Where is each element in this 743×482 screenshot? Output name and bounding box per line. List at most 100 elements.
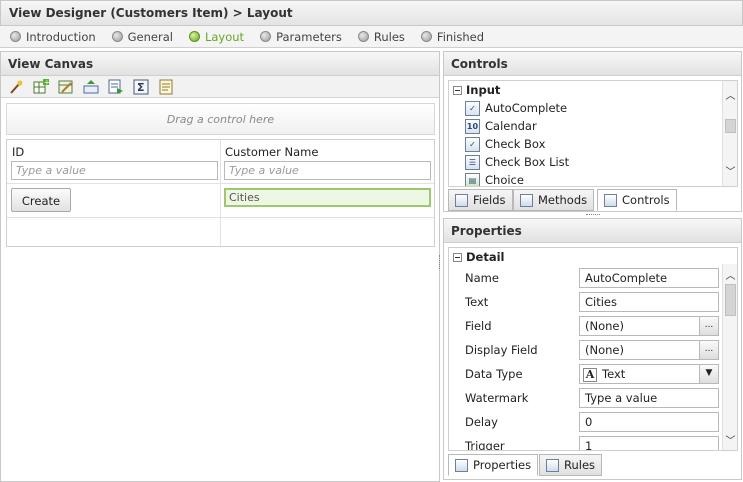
scroll-up-icon[interactable]: ︿: [725, 87, 736, 102]
step-layout[interactable]: Layout: [188, 29, 245, 44]
step-parameters[interactable]: Parameters: [260, 30, 342, 44]
step-dot-icon: [10, 31, 21, 42]
name-field[interactable]: AutoComplete: [579, 268, 719, 288]
collapse-icon[interactable]: [453, 85, 462, 95]
id-placeholder: Type a value: [16, 164, 86, 177]
control-item-label: Choice: [485, 173, 524, 187]
horizontal-splitter[interactable]: [586, 214, 600, 217]
ellipsis-button[interactable]: ...: [699, 317, 718, 335]
step-label: Introduction: [26, 29, 96, 44]
notes-icon[interactable]: [157, 78, 175, 96]
vertical-splitter[interactable]: [439, 255, 442, 269]
properties-panel: Properties Detail Name AutoComplete Text C…: [443, 218, 742, 480]
step-rules[interactable]: Rules: [357, 29, 405, 44]
customer-name-placeholder: Type a value: [229, 164, 299, 177]
tab-properties[interactable]: Properties: [448, 454, 539, 476]
scroll-thumb[interactable]: [725, 119, 736, 133]
control-item-checkbox-list[interactable]: ☰ Check Box List: [465, 153, 569, 171]
property-key: Data Type: [465, 367, 523, 381]
step-dot-icon: [420, 31, 432, 42]
tab-methods[interactable]: Methods: [513, 189, 595, 211]
tab-fields[interactable]: Fields: [448, 189, 513, 211]
tab-rules[interactable]: Rules: [539, 454, 603, 476]
step-dot-icon: [188, 31, 200, 42]
export-icon[interactable]: [107, 78, 125, 96]
methods-icon: [520, 193, 533, 207]
field-value: (None): [585, 319, 624, 333]
wizard-steps: Introduction General Layout Parameters R…: [0, 26, 743, 48]
detail-group-header[interactable]: Detail: [453, 248, 505, 266]
scroll-up-icon[interactable]: ︿: [725, 267, 736, 282]
step-label: Parameters: [276, 29, 342, 44]
property-key: Field: [465, 319, 492, 333]
scroll-down-icon[interactable]: ﹀: [725, 432, 736, 447]
customer-name-label: Customer Name: [225, 145, 319, 159]
step-finished[interactable]: Finished: [420, 29, 485, 44]
delay-field[interactable]: 0: [579, 412, 719, 432]
property-key: Delay: [465, 415, 498, 429]
control-item-label: Check Box List: [485, 155, 570, 169]
control-item-label: AutoComplete: [485, 101, 568, 115]
grid-cell[interactable]: [221, 218, 434, 246]
edit-table-icon[interactable]: [57, 78, 75, 96]
step-label: Finished: [436, 29, 485, 44]
add-row-icon[interactable]: +: [32, 78, 50, 96]
input-group-header[interactable]: Input: [453, 81, 500, 99]
scroll-thumb[interactable]: [725, 284, 736, 316]
tab-label: Controls: [622, 193, 670, 207]
input-group-label: Input: [466, 83, 501, 97]
magic-wand-icon[interactable]: [7, 78, 25, 96]
display-field-selector[interactable]: (None)...: [579, 340, 719, 360]
properties-scrollbar[interactable]: ︿ ﹀: [722, 264, 737, 450]
insert-row-icon[interactable]: [82, 78, 100, 96]
collapse-icon[interactable]: [453, 252, 462, 262]
step-label: Rules: [373, 29, 405, 44]
control-item-checkbox[interactable]: ✓ Check Box: [465, 135, 545, 153]
step-introduction[interactable]: Introduction: [10, 30, 96, 44]
cities-value: Cities: [229, 191, 260, 204]
canvas-toolbar: + Σ: [1, 76, 439, 98]
control-item-calendar[interactable]: 10 Calendar: [465, 117, 537, 135]
control-item-choice[interactable]: ▤ Choice: [465, 171, 524, 187]
grid-cell[interactable]: [7, 218, 221, 246]
field-selector[interactable]: (None)...: [579, 316, 719, 336]
create-button[interactable]: Create: [11, 188, 71, 212]
ellipsis-button[interactable]: ...: [699, 341, 718, 359]
svg-text:Σ: Σ: [137, 81, 145, 94]
text-field[interactable]: Cities: [579, 292, 719, 312]
watermark-field[interactable]: Type a value: [579, 388, 719, 408]
tab-label: Fields: [473, 193, 506, 207]
properties-icon: [455, 458, 468, 472]
step-general[interactable]: General: [111, 30, 173, 44]
fields-icon: [455, 193, 468, 207]
controls-scrollbar[interactable]: ︿ ﹀: [722, 81, 737, 186]
drop-zone[interactable]: Drag a control here: [6, 103, 435, 135]
control-item-label: Check Box: [485, 137, 546, 151]
property-key: Trigger: [465, 439, 505, 451]
step-label: Layout: [204, 29, 245, 44]
cities-autocomplete[interactable]: Cities: [224, 188, 431, 207]
data-type-value: Text: [602, 367, 626, 381]
customer-name-input[interactable]: Type a value: [224, 161, 431, 180]
properties-grid: Detail Name AutoComplete Text Cities Field…: [448, 247, 738, 451]
tab-label: Methods: [538, 193, 588, 207]
checkbox-icon: ✓: [465, 136, 480, 152]
controls-tree: Input ✓ AutoComplete 10 Calendar ✓ Check Bo…: [448, 80, 738, 187]
detail-group-label: Detail: [466, 250, 505, 264]
chevron-down-icon[interactable]: ▼: [699, 365, 718, 383]
id-label: ID: [12, 145, 25, 159]
choice-icon: ▤: [465, 172, 480, 186]
sigma-icon[interactable]: Σ: [132, 78, 150, 96]
scroll-down-icon[interactable]: ﹀: [725, 163, 736, 178]
id-input[interactable]: Type a value: [11, 161, 218, 180]
control-item-autocomplete[interactable]: ✓ AutoComplete: [465, 99, 567, 117]
property-key: Display Field: [465, 343, 538, 357]
tab-controls[interactable]: Controls: [597, 189, 677, 211]
property-row-trigger: Trigger 1: [449, 434, 724, 451]
data-type-dropdown[interactable]: A Text ▼: [579, 364, 719, 384]
property-row-display-field: Display Field (None)...: [449, 338, 724, 362]
trigger-field[interactable]: 1: [579, 436, 719, 450]
property-row-delay: Delay 0: [449, 410, 724, 434]
property-key: Name: [465, 271, 499, 285]
autocomplete-icon: ✓: [465, 100, 480, 116]
